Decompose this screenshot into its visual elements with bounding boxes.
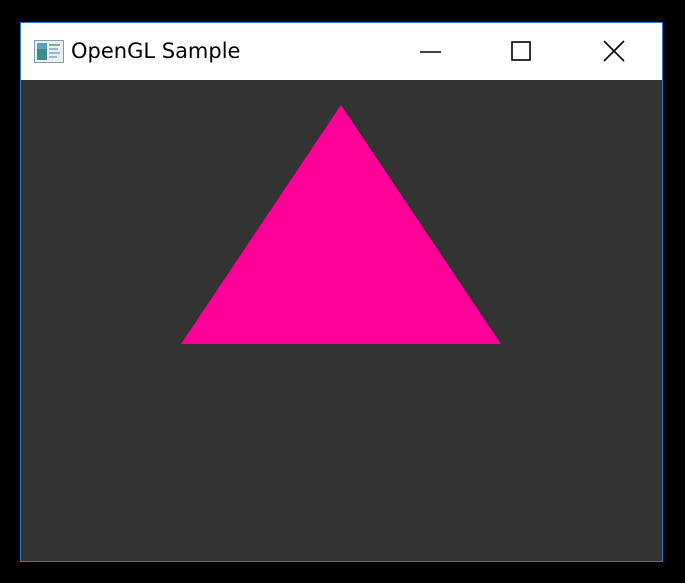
maximize-icon — [511, 41, 531, 61]
title-bar[interactable]: OpenGL Sample — [21, 23, 662, 80]
maximize-button[interactable] — [497, 23, 543, 80]
minimize-button[interactable] — [407, 23, 453, 80]
close-icon — [603, 40, 625, 62]
close-button[interactable] — [591, 23, 637, 80]
opengl-canvas[interactable] — [21, 80, 662, 561]
triangle-shape — [181, 105, 501, 344]
window-app-icon — [34, 40, 64, 63]
window-title: OpenGL Sample — [71, 39, 241, 63]
minimize-icon — [420, 51, 441, 53]
application-window[interactable]: OpenGL Sample — [20, 22, 663, 562]
